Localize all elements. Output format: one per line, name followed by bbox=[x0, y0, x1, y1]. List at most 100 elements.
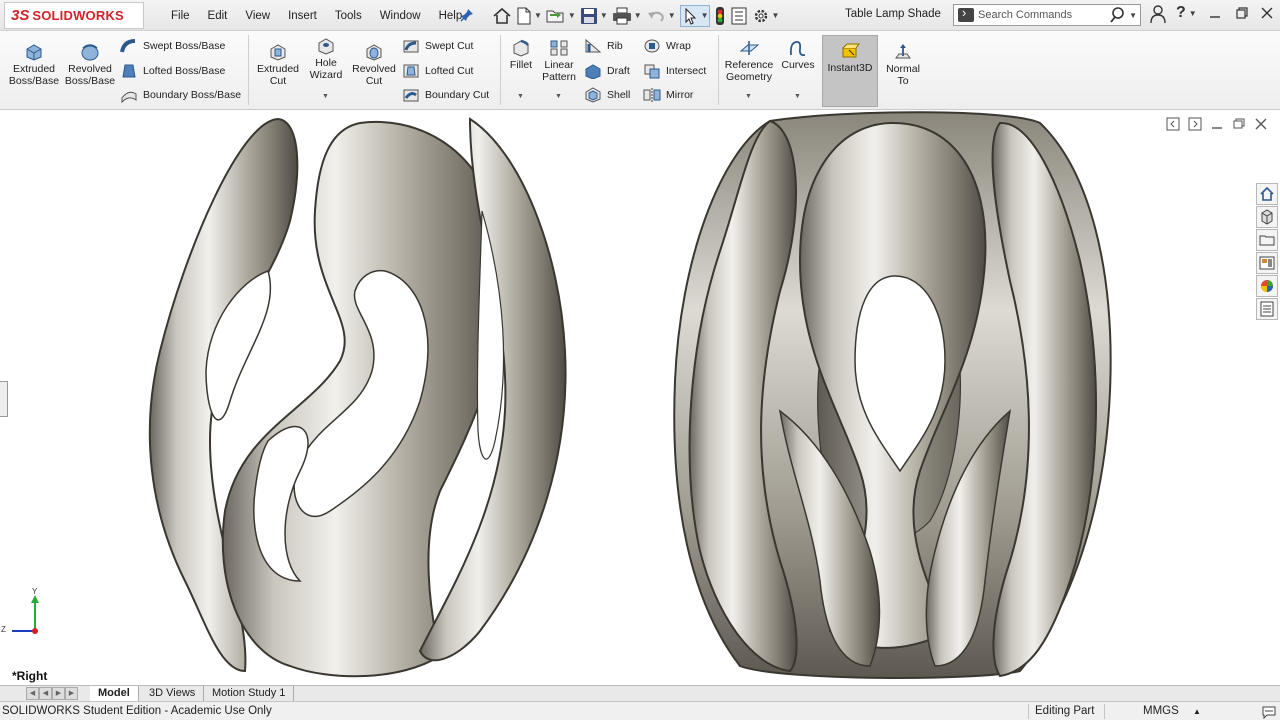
help-button[interactable]: ? ▼ bbox=[1176, 4, 1197, 22]
menu-edit[interactable]: Edit bbox=[199, 10, 237, 22]
chevron-down-icon[interactable]: ▼ bbox=[772, 11, 780, 20]
next-tab-icon[interactable]: ▶ bbox=[52, 687, 65, 700]
chevron-down-icon[interactable]: ▼ bbox=[794, 93, 801, 100]
home-icon bbox=[493, 7, 511, 24]
rebuild-button[interactable] bbox=[714, 5, 726, 27]
cursor-arrow-icon bbox=[685, 7, 696, 25]
chevron-up-icon[interactable]: ▲ bbox=[1193, 707, 1201, 716]
fillet-button[interactable]: Fillet bbox=[506, 39, 536, 71]
tile-left-icon[interactable] bbox=[1166, 117, 1180, 131]
user-icon bbox=[1150, 5, 1166, 24]
solidworks-resources-tab[interactable] bbox=[1256, 183, 1278, 205]
shell-button[interactable]: Shell bbox=[584, 85, 630, 105]
instant3d-button[interactable]: Instant3D bbox=[822, 35, 878, 107]
lofted-cut-icon bbox=[403, 64, 419, 78]
user-button[interactable] bbox=[1150, 4, 1166, 24]
chevron-down-icon[interactable]: ▼ bbox=[1129, 11, 1137, 20]
restore-button[interactable] bbox=[1235, 6, 1249, 20]
mirror-button[interactable]: Mirror bbox=[643, 85, 693, 105]
chevron-down-icon[interactable]: ▼ bbox=[322, 93, 329, 100]
minimize-icon[interactable] bbox=[1210, 117, 1224, 131]
close-icon[interactable] bbox=[1254, 117, 1268, 131]
minimize-icon bbox=[1210, 16, 1220, 18]
boundary-boss-button[interactable]: Boundary Boss/Base bbox=[120, 85, 241, 105]
menu-view[interactable]: View bbox=[236, 10, 279, 22]
revolved-cut-label: Revolved Cut bbox=[352, 63, 396, 87]
minimize-button[interactable] bbox=[1208, 6, 1222, 20]
chevron-down-icon[interactable]: ▼ bbox=[600, 11, 608, 20]
linear-pattern-button[interactable]: Linear Pattern bbox=[539, 39, 579, 83]
menu-insert[interactable]: Insert bbox=[279, 10, 326, 22]
graphics-area[interactable]: Y Z *Right bbox=[0, 111, 1280, 685]
chevron-down-icon[interactable]: ▼ bbox=[701, 11, 709, 20]
save-button[interactable]: ▼ bbox=[580, 5, 608, 27]
linear-pattern-label: Linear Pattern bbox=[542, 59, 576, 83]
view-palette-tab[interactable] bbox=[1256, 252, 1278, 274]
search-icon[interactable] bbox=[1107, 6, 1129, 24]
search-commands-field[interactable]: Search Commands ▼ bbox=[953, 4, 1141, 26]
design-library-tab[interactable] bbox=[1256, 206, 1278, 228]
last-tab-icon[interactable]: ▶ bbox=[65, 687, 78, 700]
chevron-down-icon[interactable]: ▼ bbox=[568, 11, 576, 20]
prev-tab-icon[interactable]: ◀ bbox=[39, 687, 52, 700]
rib-button[interactable]: Rib bbox=[584, 36, 623, 56]
swept-cut-button[interactable]: Swept Cut bbox=[402, 36, 473, 56]
tab-model[interactable]: Model bbox=[90, 686, 139, 702]
save-icon bbox=[580, 7, 597, 24]
options-button[interactable]: ▼ bbox=[752, 5, 780, 27]
title-bar: 3S SOLIDWORKS File Edit View Insert Tool… bbox=[0, 0, 1280, 31]
draft-button[interactable]: Draft bbox=[584, 61, 630, 81]
chevron-down-icon[interactable]: ▼ bbox=[534, 11, 542, 20]
file-properties-button[interactable] bbox=[730, 5, 748, 27]
intersect-button[interactable]: Intersect bbox=[643, 61, 706, 81]
first-tab-icon[interactable]: ◀ bbox=[26, 687, 39, 700]
normal-to-button[interactable]: Normal To bbox=[882, 43, 924, 87]
intersect-label: Intersect bbox=[666, 65, 707, 77]
reference-geometry-button[interactable]: Reference Geometry bbox=[722, 39, 776, 83]
close-button[interactable] bbox=[1260, 6, 1274, 20]
select-button[interactable]: ▼ bbox=[679, 4, 710, 27]
file-explorer-tab[interactable] bbox=[1256, 229, 1278, 251]
feature-manager-handle[interactable] bbox=[0, 381, 8, 417]
quick-tips-icon[interactable] bbox=[1261, 704, 1277, 719]
home-button[interactable] bbox=[492, 5, 512, 27]
hole-wizard-button[interactable]: Hole Wizard bbox=[304, 37, 348, 81]
revolved-cut-button[interactable]: Revolved Cut bbox=[350, 43, 398, 87]
undo-button[interactable]: ▼ bbox=[646, 5, 676, 27]
chevron-down-icon[interactable]: ▼ bbox=[1189, 9, 1197, 18]
chevron-down-icon[interactable]: ▼ bbox=[517, 93, 524, 100]
boundary-cut-button[interactable]: Boundary Cut bbox=[402, 85, 489, 105]
extruded-cut-button[interactable]: Extruded Cut bbox=[254, 43, 302, 87]
lofted-cut-button[interactable]: Lofted Cut bbox=[402, 61, 473, 81]
new-document-button[interactable]: ▼ bbox=[516, 5, 542, 27]
lamp-shade-side-view bbox=[148, 117, 567, 678]
command-prompt-icon bbox=[958, 5, 974, 22]
revolved-boss-button[interactable]: Revolved Boss/Base bbox=[64, 43, 116, 87]
open-button[interactable]: ▼ bbox=[546, 5, 576, 27]
lofted-boss-button[interactable]: Lofted Boss/Base bbox=[120, 61, 225, 81]
menu-window[interactable]: Window bbox=[371, 10, 430, 22]
menu-tools[interactable]: Tools bbox=[326, 10, 371, 22]
chevron-down-icon[interactable]: ▼ bbox=[668, 11, 676, 20]
solidworks-logo[interactable]: 3S SOLIDWORKS bbox=[4, 2, 144, 29]
curves-button[interactable]: Curves bbox=[780, 39, 816, 71]
chevron-down-icon[interactable]: ▼ bbox=[555, 93, 562, 100]
tab-3d-views[interactable]: 3D Views bbox=[141, 686, 205, 702]
unit-system-selector[interactable]: MMGS bbox=[1143, 705, 1179, 717]
custom-properties-tab[interactable] bbox=[1256, 298, 1278, 320]
close-icon bbox=[1261, 7, 1273, 19]
extruded-boss-button[interactable]: Extruded Boss/Base bbox=[6, 43, 62, 87]
task-pane-tabs bbox=[1256, 183, 1278, 320]
restore-icon[interactable] bbox=[1232, 117, 1246, 131]
wrap-button[interactable]: Wrap bbox=[643, 36, 691, 56]
hole-wizard-label: Hole Wizard bbox=[309, 57, 343, 81]
pin-menu-icon[interactable] bbox=[460, 8, 474, 22]
print-button[interactable]: ▼ bbox=[612, 5, 642, 27]
swept-boss-button[interactable]: Swept Boss/Base bbox=[120, 36, 225, 56]
tab-motion-study[interactable]: Motion Study 1 bbox=[204, 686, 295, 702]
chevron-down-icon[interactable]: ▼ bbox=[745, 93, 752, 100]
menu-file[interactable]: File bbox=[162, 10, 199, 22]
chevron-down-icon[interactable]: ▼ bbox=[634, 11, 642, 20]
tile-right-icon[interactable] bbox=[1188, 117, 1202, 131]
appearances-tab[interactable] bbox=[1256, 275, 1278, 297]
